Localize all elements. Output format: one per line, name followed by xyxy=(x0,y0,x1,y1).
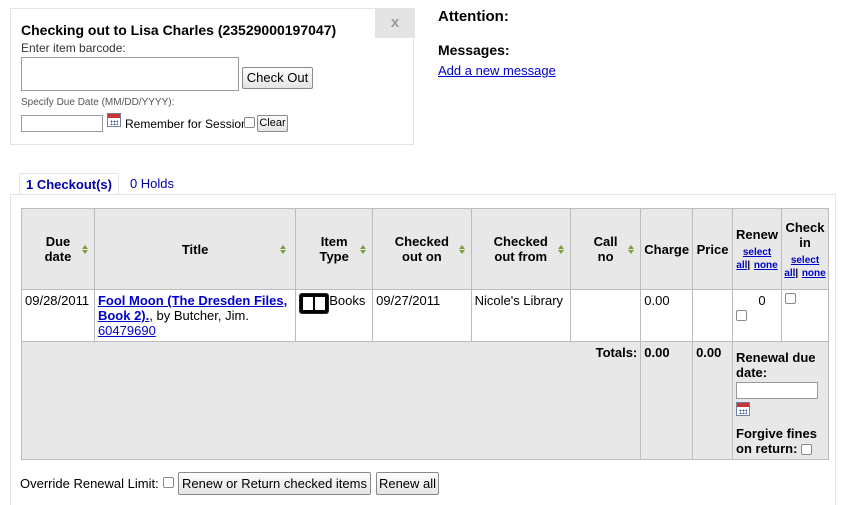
renew-all-button[interactable]: Renew all xyxy=(376,472,439,495)
due-date-input[interactable] xyxy=(21,115,103,132)
checkouts-table: Due date Title Item Type Checked out on … xyxy=(20,208,830,460)
col-call-no[interactable]: Call no xyxy=(569,208,642,290)
override-renewal-label: Override Renewal Limit: xyxy=(20,476,159,491)
renewal-due-input[interactable] xyxy=(736,382,819,399)
messages-heading: Messages: xyxy=(438,42,510,58)
override-renewal-checkbox[interactable] xyxy=(163,477,174,488)
col-price: Price xyxy=(692,208,734,290)
col-check-in: Check in select all| none xyxy=(780,208,830,290)
totals-label: Totals: xyxy=(20,341,642,460)
cell-checked-out-from: Nicole's Library xyxy=(470,289,571,342)
sort-icon xyxy=(280,245,287,254)
totals-charge: 0.00 xyxy=(640,341,694,460)
attention-heading: Attention: xyxy=(438,8,509,25)
sort-icon xyxy=(628,245,635,254)
table-row: 09/28/2011 Fool Moon (The Dresden Files,… xyxy=(21,289,830,342)
col-checked-out-from[interactable]: Checked out from xyxy=(470,208,571,290)
renew-label: Renew xyxy=(736,227,778,242)
checkin-select-none-link[interactable]: none xyxy=(802,268,826,279)
checkout-title: Checking out to Lisa Charles (2352900019… xyxy=(21,22,337,38)
book-icon xyxy=(299,293,330,314)
renewal-due-label: Renewal due date: xyxy=(736,350,816,380)
tab-checkouts[interactable]: 1 Checkout(s) xyxy=(19,173,119,195)
check-in-label: Check in xyxy=(785,219,825,250)
author-text: , by Butcher, Jim. xyxy=(149,308,249,323)
cell-item-type: Books xyxy=(295,289,374,342)
col-renew: Renew select all| none xyxy=(732,208,782,290)
checkin-checkbox[interactable] xyxy=(784,293,796,304)
col-charge: Charge xyxy=(640,208,694,290)
cell-title: Fool Moon (The Dresden Files, Book 2)., … xyxy=(93,289,297,342)
item-type-text: Books xyxy=(329,293,366,308)
cell-call-no xyxy=(569,289,642,342)
sort-icon xyxy=(458,245,466,254)
cell-price xyxy=(692,289,734,342)
close-icon[interactable]: x xyxy=(375,8,415,38)
barcode-link[interactable]: 60479690 xyxy=(98,323,156,338)
due-date-label: Specify Due Date (MM/DD/YYYY): xyxy=(21,97,175,108)
renew-select-none-link[interactable]: none xyxy=(754,260,778,271)
add-message-link[interactable]: Add a new message xyxy=(438,63,556,78)
sort-icon xyxy=(81,245,89,254)
sort-icon xyxy=(557,245,565,254)
barcode-label: Enter item barcode: xyxy=(21,41,126,55)
remember-label: Remember for Session: xyxy=(125,117,252,131)
sort-icon xyxy=(360,245,367,254)
barcode-input[interactable] xyxy=(21,57,239,91)
cell-due-date: 09/28/2011 xyxy=(21,289,95,342)
renew-return-button[interactable]: Renew or Return checked items xyxy=(178,472,371,495)
cell-charge: 0.00 xyxy=(640,289,694,342)
totals-price: 0.00 xyxy=(692,341,734,460)
remember-checkbox[interactable] xyxy=(244,117,255,128)
calendar-icon[interactable] xyxy=(736,402,751,416)
cell-check-in xyxy=(780,289,830,342)
calendar-icon[interactable] xyxy=(107,113,121,127)
cell-renew: 0 xyxy=(732,289,782,342)
col-title[interactable]: Title xyxy=(93,208,297,290)
col-due-date[interactable]: Due date xyxy=(21,208,95,290)
clear-button[interactable]: Clear xyxy=(257,115,288,132)
tab-holds[interactable]: 0 Holds xyxy=(123,173,181,195)
renew-count: 0 xyxy=(758,293,766,308)
renew-checkbox[interactable] xyxy=(736,310,748,321)
table-header-row: Due date Title Item Type Checked out on … xyxy=(21,208,830,290)
forgive-fines-checkbox[interactable] xyxy=(801,444,813,456)
col-item-type[interactable]: Item Type xyxy=(295,208,374,290)
col-checked-out-on[interactable]: Checked out on xyxy=(372,208,472,290)
check-out-button[interactable]: Check Out xyxy=(242,67,313,89)
renewal-options: Renewal due date: Forgive fines on retur… xyxy=(732,341,829,460)
totals-row: Totals: 0.00 0.00 Renewal due date: Forg… xyxy=(20,341,829,460)
cell-checked-out-on: 09/27/2011 xyxy=(372,289,472,342)
